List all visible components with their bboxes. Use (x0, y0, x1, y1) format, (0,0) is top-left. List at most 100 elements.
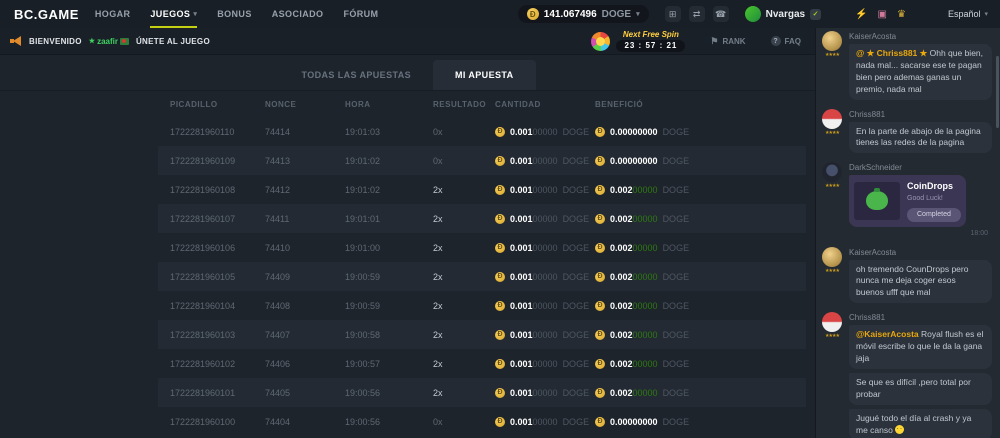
nonce-cell: 74409 (253, 272, 333, 282)
table-row[interactable]: 17222819601017440519:00:562xĐ0.00100000D… (158, 378, 806, 407)
hash-cell: 1722281960102 (158, 359, 253, 369)
doge-coin-icon: Đ (495, 417, 505, 427)
chat-username[interactable]: Chriss881 (849, 313, 992, 322)
amount-cell: Đ0.00100000DOGE (483, 127, 583, 137)
trophy-icon[interactable]: ♛ (897, 9, 906, 20)
welcome-player[interactable]: ★ zaafir (89, 37, 129, 46)
chat-username[interactable]: DarkSchneider (849, 163, 992, 172)
announcement-icon (10, 36, 22, 47)
doge-coin-icon: Đ (595, 359, 605, 369)
chat-avatar[interactable] (822, 31, 842, 51)
profit-cell: Đ0.00200000DOGE (583, 185, 806, 195)
time-cell: 19:00:56 (333, 388, 421, 398)
rank-stars-icon: ★★★★ (825, 130, 839, 136)
chat-username[interactable]: KaiserAcosta (849, 248, 992, 257)
rank-icon: ⚑ (710, 36, 718, 47)
doge-coin-icon: Đ (595, 330, 605, 340)
table-row[interactable]: 17222819601107441419:01:030xĐ0.00100000D… (158, 117, 806, 146)
chat-header-icons: ⚡ ▣ ♛ (855, 9, 906, 20)
chat-username[interactable]: KaiserAcosta (849, 32, 992, 41)
lightning-icon[interactable]: ⚡ (855, 9, 867, 20)
balance-currency: DOGE (602, 9, 631, 20)
time-cell: 19:00:56 (333, 417, 421, 427)
chat-bubble: oh tremendo CounDrops pero nunca me deja… (849, 260, 992, 304)
table-row[interactable]: 17222819601087441219:01:022xĐ0.00100000D… (158, 175, 806, 204)
chat-avatar[interactable] (822, 162, 842, 182)
table-row[interactable]: 17222819601057440919:00:592xĐ0.00100000D… (158, 262, 806, 291)
question-icon: ? (771, 36, 781, 46)
chevron-down-icon: ▾ (193, 10, 197, 18)
result-cell: 2x (421, 359, 483, 369)
app-root: BC.GAME HOGAR JUEGOS▾ BONUS ASOCIADO FÓR… (0, 0, 1000, 438)
table-row[interactable]: 17222819601037440719:00:582xĐ0.00100000D… (158, 320, 806, 349)
nav-item-asociado[interactable]: ASOCIADO (272, 0, 324, 28)
chat-user-gutter: ★★★★ (821, 162, 843, 241)
user-avatar (745, 6, 761, 22)
user-menu[interactable]: Nvargas ✓ (745, 6, 821, 22)
balance-selector[interactable]: Đ 141.067496 DOGE ▾ (518, 5, 649, 23)
nonce-cell: 74406 (253, 359, 333, 369)
chat-avatar[interactable] (822, 312, 842, 332)
nav-item-forum[interactable]: FÓRUM (343, 0, 378, 28)
main-nav: HOGAR JUEGOS▾ BONUS ASOCIADO FÓRUM (95, 0, 379, 28)
chat-avatar[interactable] (822, 247, 842, 267)
nonce-cell: 74408 (253, 301, 333, 311)
rank-link[interactable]: ⚑ RANK (710, 36, 745, 47)
coindrops-completed-button[interactable]: Completed (907, 208, 961, 222)
chat-username[interactable]: Chriss881 (849, 110, 992, 119)
doge-coin-icon: Đ (527, 8, 539, 20)
hash-cell: 1722281960104 (158, 301, 253, 311)
language-selector[interactable]: Español ▾ (948, 9, 988, 19)
chat-bubble: @KaiserAcosta Royal flush es el móvil es… (849, 325, 992, 369)
doge-coin-icon: Đ (495, 272, 505, 282)
chat-avatar[interactable] (822, 109, 842, 129)
coindrops-title: CoinDrops (907, 180, 961, 193)
profit-cell: Đ0.00200000DOGE (583, 359, 806, 369)
top-navbar: BC.GAME HOGAR JUEGOS▾ BONUS ASOCIADO FÓR… (0, 0, 1000, 28)
doge-coin-icon: Đ (495, 185, 505, 195)
gift-icon[interactable]: ▣ (878, 9, 887, 20)
amount-cell: Đ0.00100000DOGE (483, 330, 583, 340)
nav-item-hogar[interactable]: HOGAR (95, 0, 131, 28)
table-row[interactable]: 17222819601047440819:00:592xĐ0.00100000D… (158, 291, 806, 320)
doge-coin-icon: Đ (595, 243, 605, 253)
faq-link[interactable]: ? FAQ (771, 36, 801, 46)
chat-scrollbar[interactable] (996, 56, 999, 128)
coindrops-card[interactable]: CoinDropsGood Luck!Completed (849, 175, 966, 226)
result-cell: 0x (421, 127, 483, 137)
doge-coin-icon: Đ (495, 156, 505, 166)
col-amount: CANTIDAD (483, 100, 583, 109)
free-spin-widget[interactable]: Next Free Spin 23 : 57 : 21 (591, 31, 685, 52)
spin-wheel-icon (591, 32, 610, 51)
nav-item-juegos[interactable]: JUEGOS▾ (150, 0, 197, 28)
user-mention[interactable]: @ ★ Chriss881 ★ (856, 48, 927, 58)
doge-coin-icon: Đ (495, 359, 505, 369)
spin-timer: 23 : 57 : 21 (616, 40, 685, 52)
swap-icon[interactable]: ⇄ (689, 6, 705, 22)
nonce-cell: 74405 (253, 388, 333, 398)
chat-user-gutter: ★★★★ (821, 31, 843, 104)
table-row[interactable]: 17222819601067441019:01:002xĐ0.00100000D… (158, 233, 806, 262)
table-row[interactable]: 17222819601097441319:01:020xĐ0.00100000D… (158, 146, 806, 175)
nav-item-bonus[interactable]: BONUS (217, 0, 252, 28)
chat-bubble: Jugué todo el día al crash y ya me canso (849, 409, 992, 438)
result-cell: 2x (421, 243, 483, 253)
user-mention[interactable]: @KaiserAcosta (856, 329, 919, 339)
doge-coin-icon: Đ (495, 214, 505, 224)
bets-table: PICADILLO NONCE HORA RESULTADO CANTIDAD … (158, 91, 806, 436)
col-hash: PICADILLO (158, 100, 253, 109)
table-row[interactable]: 17222819601007440419:00:560xĐ0.00100000D… (158, 407, 806, 436)
table-row[interactable]: 17222819601077441119:01:012xĐ0.00100000D… (158, 204, 806, 233)
profit-cell: Đ0.00000000DOGE (583, 127, 806, 137)
tab-my-bets[interactable]: MI APUESTA (433, 60, 536, 90)
deposit-icon[interactable]: ⊞ (665, 6, 681, 22)
doge-coin-icon: Đ (595, 388, 605, 398)
amount-cell: Đ0.00100000DOGE (483, 243, 583, 253)
logo[interactable]: BC.GAME (14, 7, 79, 22)
support-icon[interactable]: ☎ (713, 6, 729, 22)
tab-all-bets[interactable]: TODAS LAS APUESTAS (279, 60, 433, 90)
chat-bubble: @ ★ Chriss881 ★ Ohh que bien, nada mal..… (849, 44, 992, 100)
result-cell: 2x (421, 214, 483, 224)
table-row[interactable]: 17222819601027440619:00:572xĐ0.00100000D… (158, 349, 806, 378)
result-cell: 2x (421, 388, 483, 398)
